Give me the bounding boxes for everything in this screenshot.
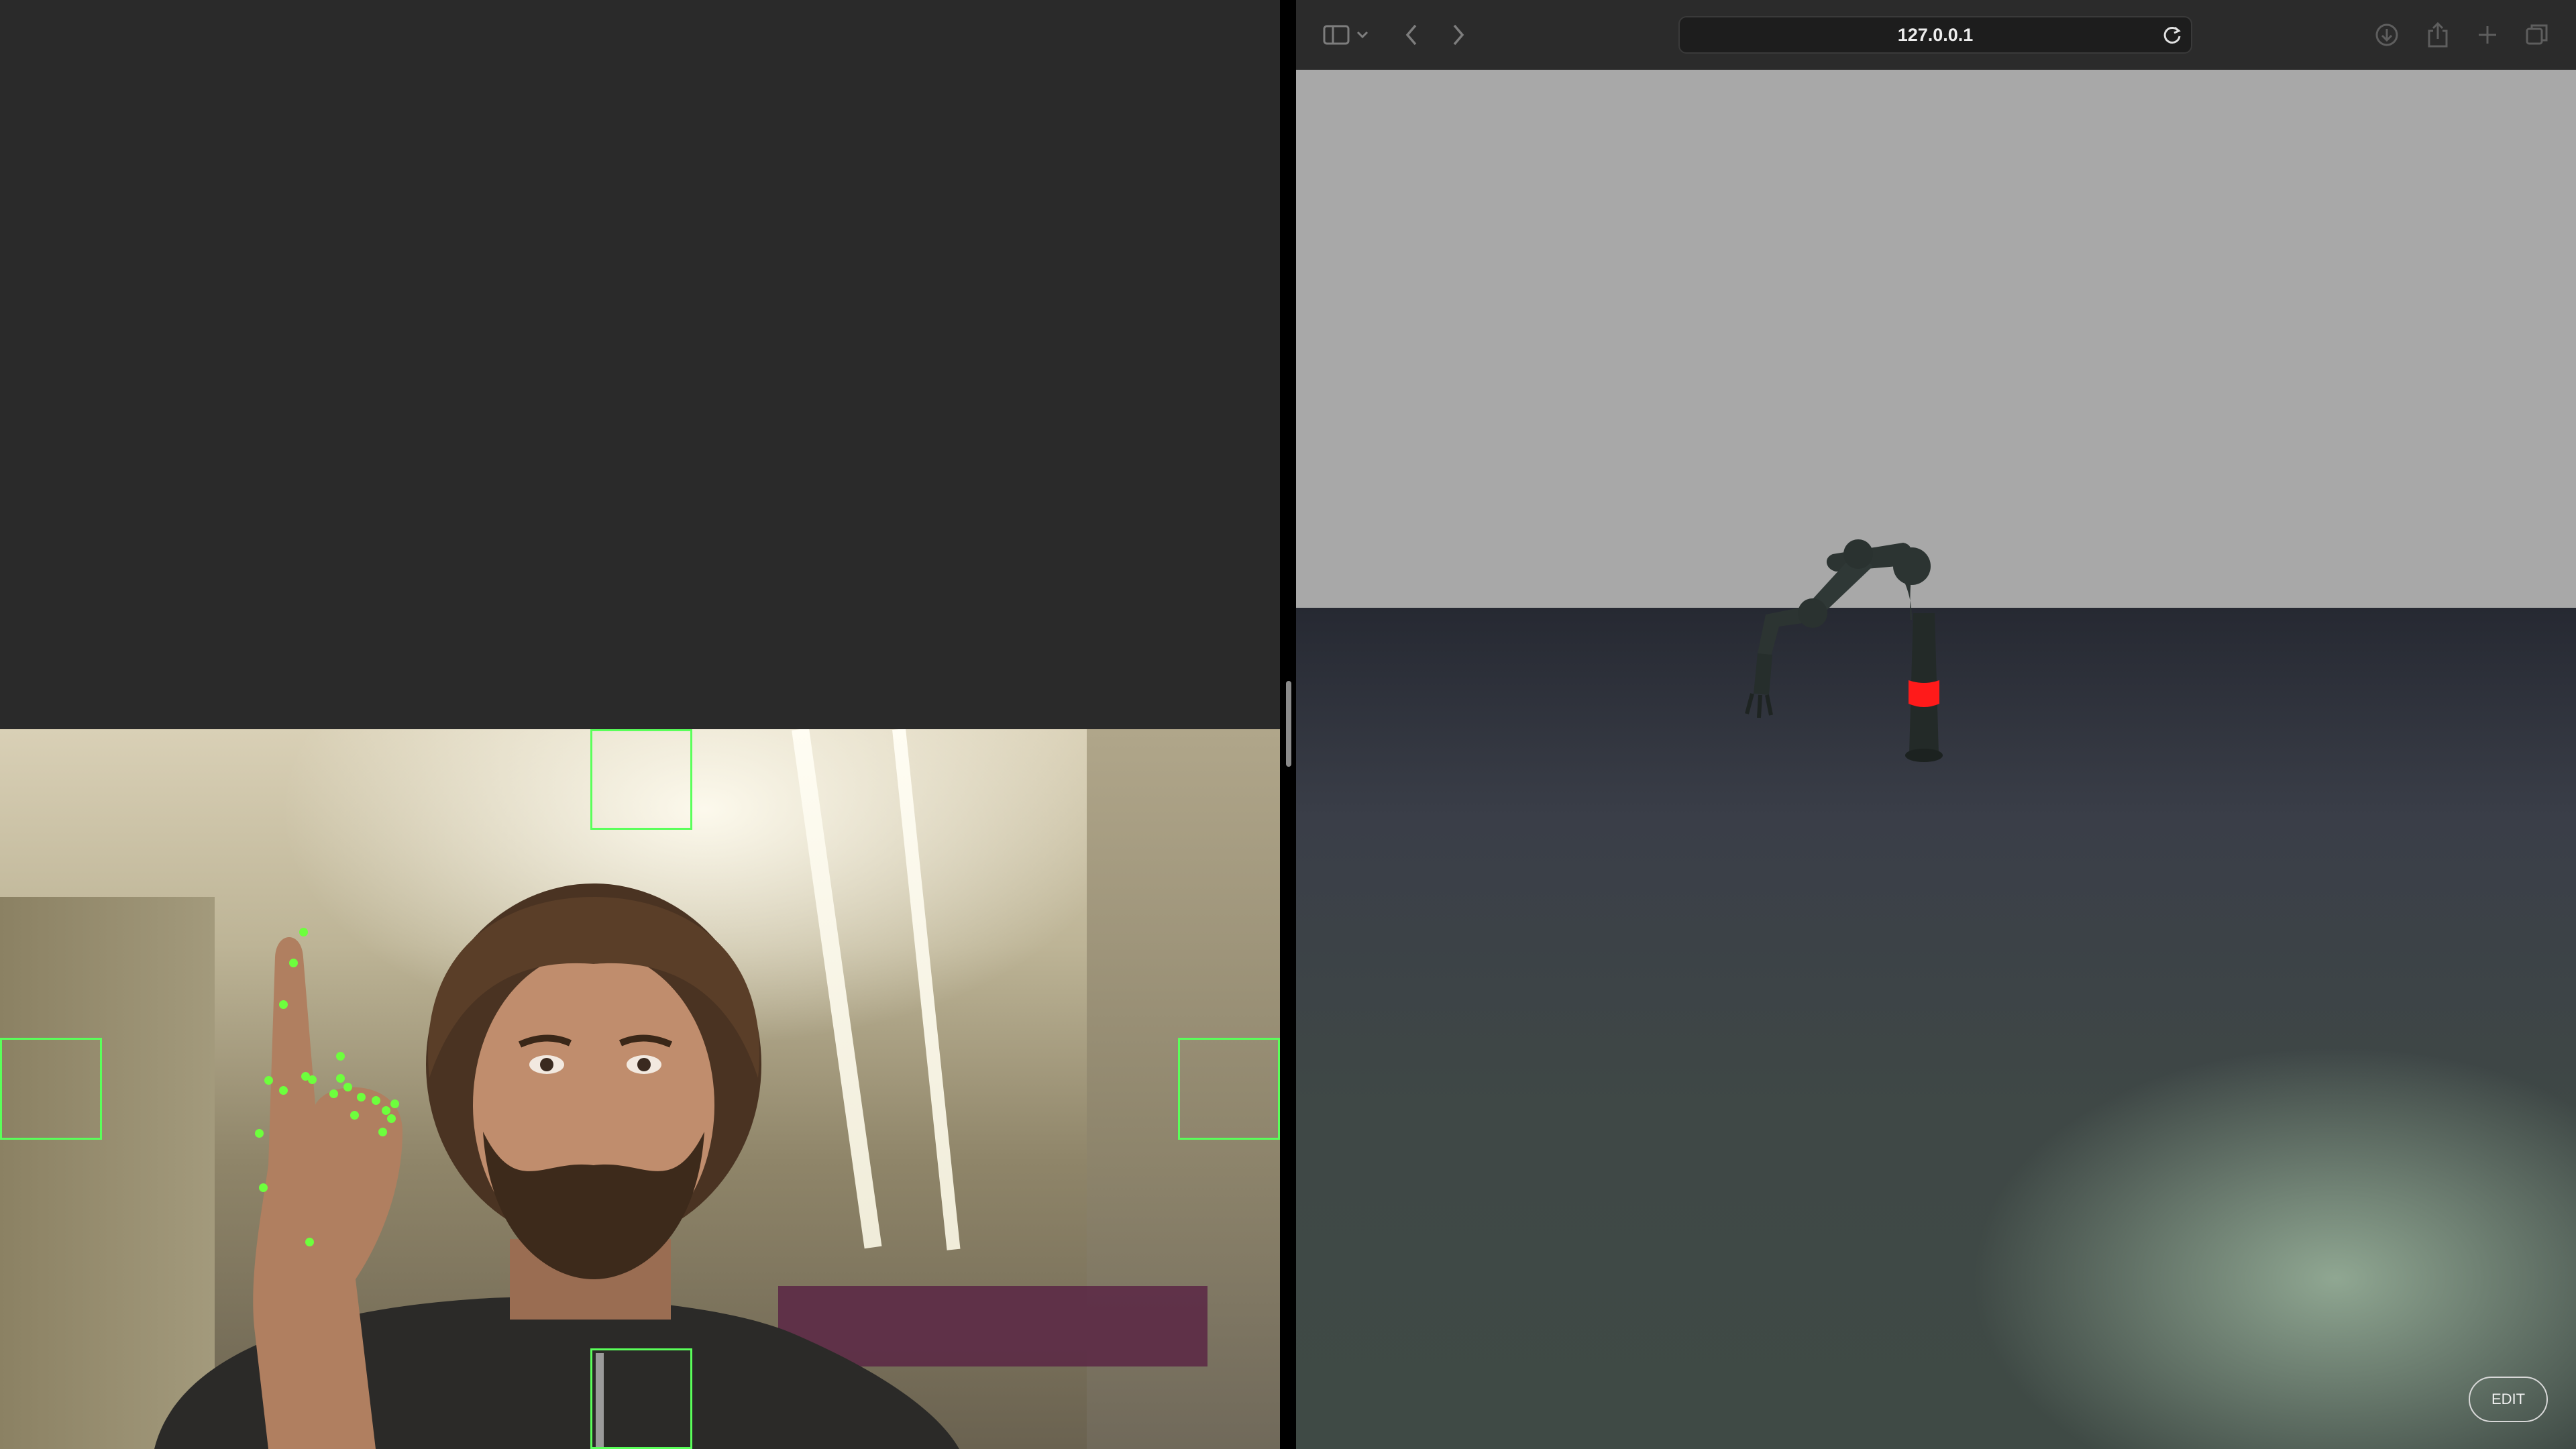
hand-landmark xyxy=(305,1238,314,1246)
hand-landmark xyxy=(382,1106,390,1115)
person-figure xyxy=(154,883,959,1449)
share-icon[interactable] xyxy=(2423,20,2453,50)
sidebar-icon[interactable] xyxy=(1322,20,1351,50)
hand-landmark xyxy=(289,959,298,967)
edit-button[interactable]: EDIT xyxy=(2469,1377,2548,1422)
address-bar[interactable]: 127.0.0.1 xyxy=(1678,16,2192,54)
hand-landmark xyxy=(387,1114,396,1123)
download-icon[interactable] xyxy=(2372,20,2402,50)
tracking-box-bottom xyxy=(590,1348,692,1449)
tracking-box-top xyxy=(590,729,692,830)
hand-landmark xyxy=(264,1076,273,1085)
camera-feed xyxy=(0,729,1280,1449)
hand-landmark xyxy=(357,1093,366,1102)
back-arrow-icon[interactable] xyxy=(1397,20,1426,50)
tab-overview-icon[interactable] xyxy=(2522,20,2552,50)
hand-landmark xyxy=(350,1111,359,1120)
browser-toolbar: 127.0.0.1 xyxy=(1296,0,2576,70)
hand-landmark xyxy=(372,1096,380,1105)
browser-window: 127.0.0.1 EDIT xyxy=(1296,0,2576,1449)
reload-icon[interactable] xyxy=(2160,23,2184,47)
plus-icon[interactable] xyxy=(2473,20,2502,50)
hand-landmark xyxy=(378,1128,387,1136)
hand-landmark xyxy=(259,1183,268,1192)
hand-landmark xyxy=(336,1074,345,1083)
hand-landmark xyxy=(255,1129,264,1138)
hand-landmark xyxy=(390,1099,399,1108)
tracking-box-left xyxy=(0,1038,102,1140)
hand-landmark xyxy=(279,1086,288,1095)
tracking-box-right xyxy=(1178,1038,1280,1140)
robot-joint-highlight xyxy=(1909,680,1939,707)
address-text: 127.0.0.1 xyxy=(1897,25,1974,45)
hand-landmark xyxy=(343,1083,352,1091)
left-pane xyxy=(0,0,1280,1449)
hand-landmark xyxy=(279,1000,288,1009)
forward-arrow-icon[interactable] xyxy=(1444,20,1473,50)
split-view-divider xyxy=(1280,0,1296,1449)
robot-arm xyxy=(1745,539,1943,762)
hand-landmark xyxy=(336,1052,345,1061)
split-view-resize-handle[interactable] xyxy=(1286,681,1291,767)
chevron-down-icon[interactable] xyxy=(1352,20,1373,50)
hand-landmark xyxy=(299,928,308,936)
hand-landmark xyxy=(308,1075,317,1084)
3d-viewport[interactable]: EDIT xyxy=(1296,70,2576,1449)
hand-landmark xyxy=(329,1089,338,1098)
